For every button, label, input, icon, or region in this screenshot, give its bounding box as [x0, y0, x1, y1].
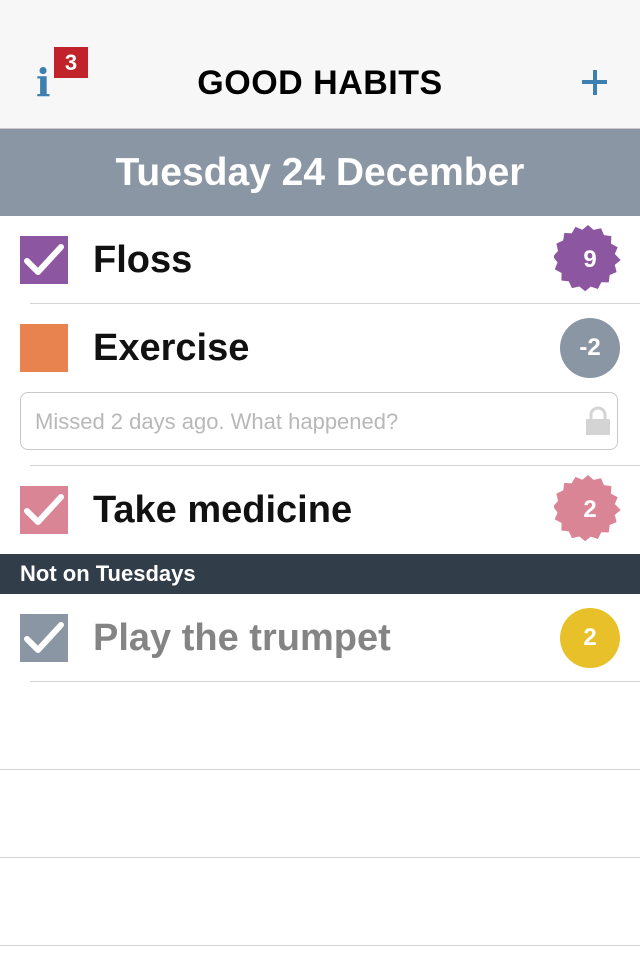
streak-badge: -2 [554, 312, 626, 384]
empty-row-separator [0, 857, 640, 858]
habit-checkbox[interactable] [20, 486, 68, 534]
habit-checkbox[interactable] [20, 236, 68, 284]
navigation-bar: i 3 GOOD HABITS [0, 0, 640, 129]
streak-badge: 9 [554, 224, 626, 296]
row-separator [30, 681, 640, 682]
habit-label: Floss [93, 239, 193, 281]
habit-label: Play the trumpet [93, 617, 391, 659]
habit-checkbox[interactable] [20, 614, 68, 662]
habit-label: Exercise [93, 327, 250, 369]
checkbox-checked-icon [20, 236, 68, 284]
habit-row-take-medicine[interactable]: Take medicine 2 [0, 466, 640, 554]
empty-row-separator [0, 769, 640, 770]
streak-count: 9 [583, 246, 597, 273]
missed-note-input[interactable] [33, 393, 577, 451]
habit-row-floss[interactable]: Floss 9 [0, 216, 640, 304]
streak-count: -2 [579, 334, 601, 361]
empty-row-separator [0, 945, 640, 946]
checkbox-checked-icon [20, 486, 68, 534]
checkbox-unchecked-icon [20, 324, 68, 372]
habit-row-play-the-trumpet[interactable]: Play the trumpet 2 [0, 594, 640, 682]
streak-badge: 2 [554, 474, 626, 546]
add-habit-button[interactable] [572, 60, 616, 104]
date-header: Tuesday 24 December [0, 129, 640, 216]
missed-note-field[interactable] [20, 392, 618, 451]
streak-count: 2 [583, 496, 597, 523]
streak-count: 2 [583, 624, 597, 651]
app-title: GOOD HABITS [197, 64, 443, 102]
checkbox-checked-icon [20, 614, 68, 662]
habit-label: Take medicine [93, 489, 353, 531]
habit-row-exercise[interactable]: Exercise -2 [0, 304, 640, 392]
streak-badge: 2 [554, 602, 626, 674]
lock-icon[interactable] [585, 406, 611, 436]
habit-checkbox[interactable] [20, 324, 68, 372]
section-header: Not on Tuesdays [0, 554, 640, 594]
